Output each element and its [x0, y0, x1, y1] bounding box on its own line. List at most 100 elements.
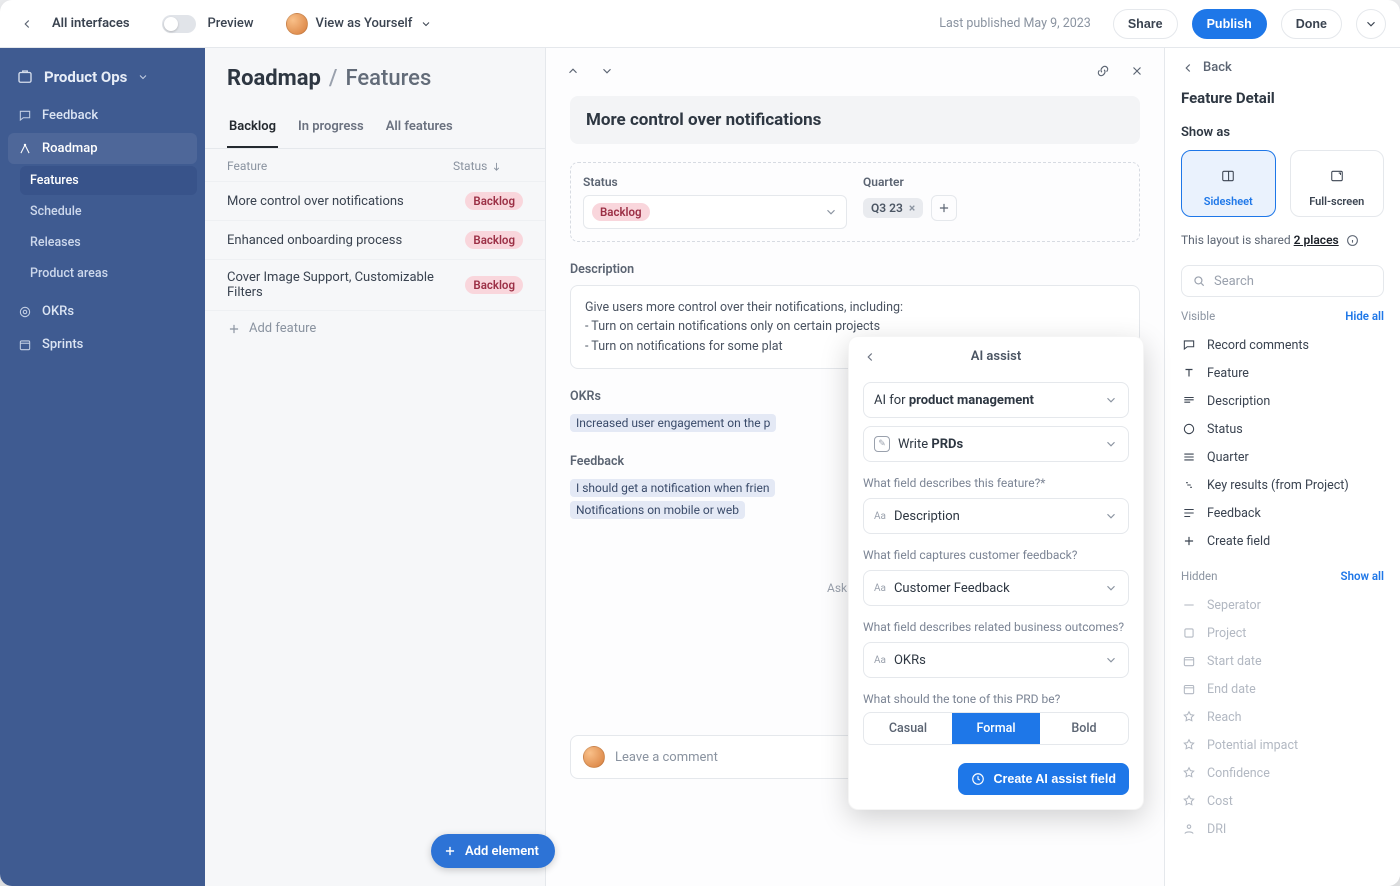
quarter-chip[interactable]: Q3 23 ×	[863, 198, 923, 218]
field-search-input[interactable]: Search	[1181, 265, 1384, 297]
layout-option-sidesheet[interactable]: Sidesheet	[1181, 150, 1276, 217]
create-field-button[interactable]: Create field	[1181, 527, 1384, 555]
status-badge: Backlog	[465, 192, 523, 210]
detail-pane: More control over notifications Status B…	[545, 48, 1164, 886]
field-project[interactable]: Project	[1181, 619, 1384, 647]
column-header-status[interactable]: Status	[453, 159, 523, 173]
calendar-icon	[1181, 653, 1197, 669]
column-header-feature[interactable]: Feature	[227, 159, 453, 173]
record-title-input[interactable]: More control over notifications	[570, 96, 1140, 144]
feedback-tag[interactable]: Notifications on mobile or web	[570, 501, 745, 519]
info-icon[interactable]	[1346, 234, 1359, 247]
show-as-label: Show as	[1181, 125, 1384, 140]
rail-back-button[interactable]: Back	[1181, 60, 1384, 75]
share-button[interactable]: Share	[1113, 9, 1178, 39]
sidebar-item-label: Sprints	[42, 337, 83, 352]
tone-option-bold[interactable]: Bold	[1040, 713, 1128, 744]
field-potential-impact[interactable]: Potential impact	[1181, 731, 1384, 759]
remove-quarter-icon[interactable]: ×	[909, 201, 915, 215]
shared-places-link[interactable]: 2 places	[1294, 233, 1339, 247]
tabs: Backlog In progress All features	[205, 109, 545, 149]
field-start-date[interactable]: Start date	[1181, 647, 1384, 675]
field-quarter[interactable]: Quarter	[1181, 443, 1384, 471]
field-reach[interactable]: Reach	[1181, 703, 1384, 731]
tone-option-casual[interactable]: Casual	[864, 713, 952, 744]
field-end-date[interactable]: End date	[1181, 675, 1384, 703]
field-dri[interactable]: DRI	[1181, 815, 1384, 843]
field-separator[interactable]: Seperator	[1181, 591, 1384, 619]
sidebar-item-product-areas[interactable]: Product areas	[20, 259, 197, 288]
sidebar-item-feedback[interactable]: Feedback	[8, 100, 197, 131]
add-feature-button[interactable]: Add feature	[205, 310, 545, 346]
layout-option-fullscreen[interactable]: Full-screen	[1290, 150, 1385, 217]
table-row[interactable]: Cover Image Support, Customizable Filter…	[205, 259, 545, 310]
field-feedback[interactable]: Feedback	[1181, 499, 1384, 527]
tab-backlog[interactable]: Backlog	[227, 109, 278, 148]
okr-tag[interactable]: Increased user engagement on the p	[570, 414, 776, 432]
list-pane: Roadmap / Features Backlog In progress A…	[205, 48, 545, 886]
sidebar-item-sprints[interactable]: Sprints	[8, 329, 197, 360]
field-status[interactable]: Status	[1181, 415, 1384, 443]
ai-category-select[interactable]: AI for product management	[863, 382, 1129, 418]
breadcrumb-separator: /	[329, 66, 338, 91]
add-element-button[interactable]: Add element	[431, 834, 555, 868]
all-interfaces-link[interactable]: All interfaces	[52, 16, 130, 31]
field-confidence[interactable]: Confidence	[1181, 759, 1384, 787]
show-all-link[interactable]: Show all	[1341, 569, 1384, 583]
status-badge: Backlog	[465, 231, 523, 249]
ai-back-icon[interactable]	[863, 350, 877, 364]
view-as-dropdown[interactable]: View as Yourself	[286, 13, 433, 35]
sidebar-item-features[interactable]: Features	[20, 166, 197, 195]
close-icon[interactable]	[1124, 58, 1150, 84]
publish-button[interactable]: Publish	[1192, 9, 1267, 39]
link-icon[interactable]	[1090, 58, 1116, 84]
paragraph-icon	[1181, 393, 1197, 409]
sidebar-item-okrs[interactable]: OKRs	[8, 296, 197, 327]
field-description[interactable]: Description	[1181, 387, 1384, 415]
field-feature[interactable]: Feature	[1181, 359, 1384, 387]
status-select[interactable]: Backlog	[583, 195, 847, 229]
search-placeholder: Search	[1214, 274, 1254, 289]
sidebar-item-label: Product areas	[30, 266, 108, 281]
preview-toggle[interactable]	[162, 15, 196, 33]
tone-option-formal[interactable]: Formal	[952, 713, 1040, 744]
star-icon	[1181, 709, 1197, 725]
done-button[interactable]: Done	[1281, 9, 1342, 39]
star-icon	[1181, 793, 1197, 809]
tag-icon	[1181, 449, 1197, 465]
sidebar-item-roadmap[interactable]: Roadmap	[8, 133, 197, 164]
chevron-down-icon[interactable]	[594, 58, 620, 84]
add-quarter-button[interactable]	[931, 195, 957, 221]
feedback-tag[interactable]: I should get a notification when frien	[570, 479, 775, 497]
field-cost[interactable]: Cost	[1181, 787, 1384, 815]
tab-all-features[interactable]: All features	[384, 109, 455, 148]
field-record-comments[interactable]: Record comments	[1181, 331, 1384, 359]
separator-icon	[1181, 597, 1197, 613]
breadcrumb: Roadmap / Features	[205, 66, 545, 99]
workspace-switcher[interactable]: Product Ops	[8, 58, 197, 100]
breadcrumb-root[interactable]: Roadmap	[227, 66, 321, 91]
right-rail: Back Feature Detail Show as Sidesheet Fu…	[1164, 48, 1400, 886]
row-feature: Cover Image Support, Customizable Filter…	[227, 270, 465, 300]
tab-in-progress[interactable]: In progress	[296, 109, 366, 148]
ai-feature-field-select[interactable]: Aa Description	[863, 498, 1129, 534]
avatar-icon	[583, 746, 605, 768]
comment-placeholder: Leave a comment	[615, 750, 718, 765]
table-row[interactable]: Enhanced onboarding process Backlog	[205, 220, 545, 259]
back-icon[interactable]	[14, 11, 40, 37]
more-menu-button[interactable]	[1356, 9, 1386, 39]
sidebar-item-label: Releases	[30, 235, 81, 250]
hide-all-link[interactable]: Hide all	[1345, 309, 1384, 323]
sidebar-item-releases[interactable]: Releases	[20, 228, 197, 257]
create-ai-field-button[interactable]: Create AI assist field	[958, 763, 1129, 795]
sidebar-item-schedule[interactable]: Schedule	[20, 197, 197, 226]
ai-outcomes-field-select[interactable]: Aa OKRs	[863, 642, 1129, 678]
link-icon	[1181, 477, 1197, 493]
table-row[interactable]: More control over notifications Backlog	[205, 181, 545, 220]
field-key-results[interactable]: Key results (from Project)	[1181, 471, 1384, 499]
status-value: Backlog	[592, 203, 650, 221]
ai-feedback-field-select[interactable]: Aa Customer Feedback	[863, 570, 1129, 606]
status-badge: Backlog	[465, 276, 523, 294]
chevron-up-icon[interactable]	[560, 58, 586, 84]
ai-action-select[interactable]: ✎ Write PRDs	[863, 426, 1129, 462]
